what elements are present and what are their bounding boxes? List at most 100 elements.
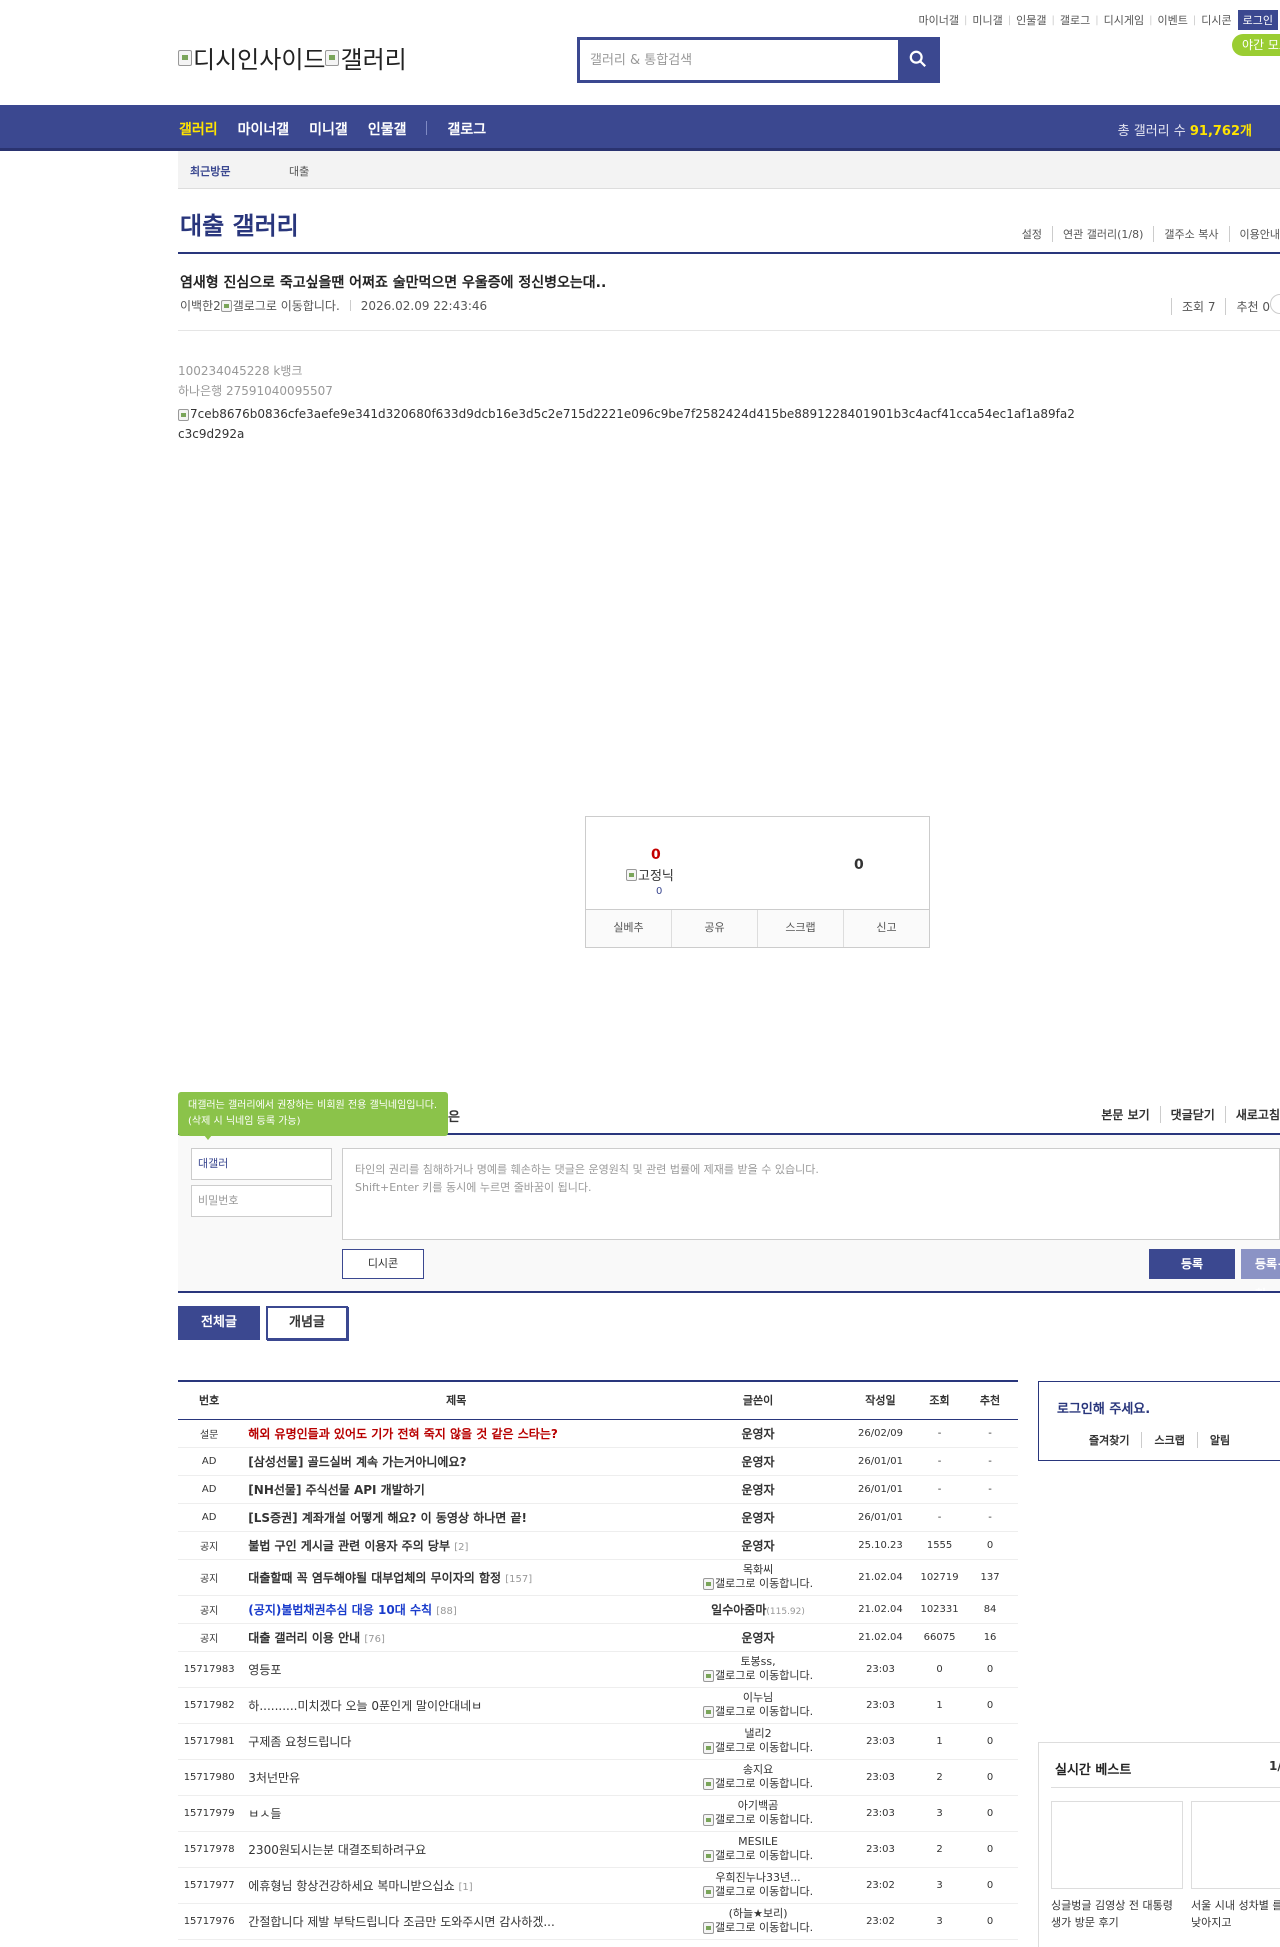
row-title-cell[interactable]: 대출 갤러리 이용 안내 [76]	[240, 1623, 673, 1652]
topnav-mini[interactable]: 미니갤	[972, 12, 1002, 28]
table-row[interactable]: 공지 대출할때 꼭 염두해야될 대부업체의 무이자의 함정 [157] 목화씨 갤로그…	[178, 1559, 1018, 1596]
gnb-gallery[interactable]: 갤러리	[179, 119, 218, 139]
reply-count[interactable]: [88]	[436, 1606, 457, 1617]
recommend-up-count[interactable]: 0	[651, 847, 661, 863]
writer-name[interactable]: 운영자	[741, 1427, 774, 1441]
row-title-cell[interactable]: 에휴형님 항상건강하세요 복마니받으십쇼 [1]	[240, 1867, 673, 1904]
close-comments-link[interactable]: 댓글닫기	[1159, 1106, 1215, 1123]
row-title[interactable]: 영등포	[248, 1663, 281, 1677]
writer-name[interactable]: 운영자	[741, 1511, 774, 1525]
dccon-button[interactable]: 디시콘	[342, 1249, 424, 1279]
row-title[interactable]: 대출할때 꼭 염두해야될 대부업체의 무이자의 함정	[248, 1571, 501, 1585]
table-row[interactable]: 15717978 2300원되시는분 대결조퇴하려구요 MESILE 갤로그로 이동합…	[178, 1831, 1018, 1868]
writer-name[interactable]: 운영자	[741, 1631, 774, 1645]
recommend-down-count[interactable]: 0	[854, 857, 864, 873]
gallog-link[interactable]: 갤로그로 이동합니다.	[672, 1885, 844, 1899]
topnav-person[interactable]: 인물갤	[1016, 12, 1046, 28]
row-title-cell[interactable]: 하..........미치겠다 오늘 0푼인게 말이안대네ㅂ	[240, 1687, 673, 1724]
table-row[interactable]: 공지 대출 갤러리 이용 안내 [76] 운영자 21.02.04 66075 16	[178, 1623, 1018, 1652]
search-input[interactable]	[580, 40, 898, 80]
best-thumbnail[interactable]	[1191, 1801, 1280, 1889]
reply-count[interactable]: [76]	[364, 1634, 385, 1645]
row-title[interactable]: (공지)불법채권추심 대응 10대 수칙	[248, 1603, 432, 1617]
topnav-minor[interactable]: 마이너갤	[919, 12, 959, 28]
row-title-cell[interactable]: 영등포	[240, 1651, 673, 1688]
search-icon[interactable]	[909, 50, 927, 68]
row-title-cell[interactable]: 불법 구인 게시글 관련 이용자 주의 당부 [2]	[240, 1531, 673, 1560]
gallog-link[interactable]: 갤로그로 이동합니다.	[672, 1669, 844, 1683]
row-title-cell[interactable]: 대출할때 꼭 염두해야될 대부업체의 무이자의 함정 [157]	[240, 1559, 673, 1596]
topnav-gallog[interactable]: 갤로그	[1060, 12, 1090, 28]
gallog-link[interactable]: 갤로그로 이동합니다.	[672, 1577, 844, 1591]
row-title[interactable]: [삼성선물] 골드실버 계속 가는거아니에요?	[248, 1455, 466, 1469]
table-row[interactable]: 설문 해외 유명인들과 있어도 기가 전혀 죽지 않을 것 같은 스타는? 운영자 2…	[178, 1419, 1018, 1448]
writer-name[interactable]: 운영자	[741, 1539, 774, 1553]
reply-count[interactable]: [157]	[505, 1574, 532, 1585]
writer-name[interactable]: 이누님	[672, 1691, 844, 1705]
table-row[interactable]: 15717981 구제좀 요청드립니다 낼리2 갤로그로 이동합니다. 23:03 1 0	[178, 1723, 1018, 1760]
login-button[interactable]: 로그인	[1237, 10, 1278, 30]
writer-name[interactable]: 운영자	[741, 1455, 774, 1469]
gallog-link[interactable]: 갤로그로 이동합니다.	[672, 1741, 844, 1755]
reply-count[interactable]: [1]	[458, 1882, 472, 1893]
table-row[interactable]: AD [LS증권] 계좌개설 어떻게 해요? 이 동영상 하나면 끝! 운영자 26/…	[178, 1503, 1018, 1532]
row-title[interactable]: 2300원되시는분 대결조퇴하려구요	[248, 1843, 426, 1857]
row-title[interactable]: ㅂㅅ들	[248, 1807, 281, 1821]
row-title-cell[interactable]: 3처넌만유	[240, 1759, 673, 1796]
row-title[interactable]: 에휴형님 항상건강하세요 복마니받으십쇼	[248, 1879, 454, 1893]
writer-name[interactable]: 송지요	[672, 1763, 844, 1777]
tab-all-posts[interactable]: 전체글	[178, 1306, 260, 1340]
favorites-link[interactable]: 즐겨찾기	[1089, 1432, 1143, 1448]
comment-submit-recommend-button[interactable]: 등록+추천	[1241, 1249, 1280, 1301]
gallog-link[interactable]: 갤로그로 이동합니다.	[672, 1777, 844, 1791]
table-row[interactable]: 공지 불법 구인 게시글 관련 이용자 주의 당부 [2] 운영자 25.10.23 1…	[178, 1531, 1018, 1560]
writer-name[interactable]: 아기백곰	[672, 1799, 844, 1813]
writer-name[interactable]: 토봉ss,	[672, 1655, 844, 1669]
view-body-link[interactable]: 본문 보기	[1091, 1106, 1149, 1123]
refresh-link[interactable]: 새로고침	[1224, 1106, 1280, 1123]
post-author[interactable]: 이백한2	[180, 297, 221, 314]
gnb-person[interactable]: 인물갤	[368, 119, 407, 139]
table-row[interactable]: 공지 (공지)불법채권추심 대응 10대 수칙 [88] 일수아줌마(115.92)…	[178, 1595, 1018, 1624]
row-title-cell[interactable]: 구제좀 요청드립니다	[240, 1723, 673, 1760]
row-title[interactable]: 구제좀 요청드립니다	[248, 1735, 351, 1749]
row-title-cell[interactable]: 간절합니다 제발 부탁드립니다 조금만 도와주시면 감사하겠...	[240, 1903, 673, 1940]
share-button[interactable]: 공유	[671, 910, 757, 947]
best-thumbnail[interactable]	[1051, 1801, 1183, 1889]
writer-name[interactable]: 낼리2	[672, 1727, 844, 1741]
comment-submit-button[interactable]: 등록	[1149, 1249, 1235, 1279]
row-title-cell[interactable]: 2300원되시는분 대결조퇴하려구요	[240, 1831, 673, 1868]
best-caption[interactable]: 서울 시내 성차별 를, 여성 낮아지고	[1191, 1897, 1280, 1931]
topnav-dccon[interactable]: 디시콘	[1201, 12, 1231, 28]
guide-link[interactable]: 이용안내	[1228, 226, 1280, 242]
password-input[interactable]: 비밀번호	[191, 1185, 332, 1217]
comment-textarea[interactable]: 타인의 권리를 침해하거나 명예를 훼손하는 댓글은 운영원칙 및 관련 법률에…	[342, 1148, 1280, 1240]
row-title-cell[interactable]: [삼성선물] 골드실버 계속 가는거아니에요?	[240, 1447, 673, 1476]
scrap-link[interactable]: 스크랩	[1154, 1432, 1198, 1448]
best-recommend-button[interactable]: 실베추	[586, 910, 671, 947]
row-title-cell[interactable]: ㅂㅅ들	[240, 1795, 673, 1832]
recent-visit-item[interactable]: 대출	[289, 163, 309, 179]
night-mode-button[interactable]: 야간 모드	[1232, 34, 1280, 56]
gnb-gallog[interactable]: 갤로그	[447, 119, 486, 139]
row-title[interactable]: 해외 유명인들과 있어도 기가 전혀 죽지 않을 것 같은 스타는?	[248, 1427, 558, 1441]
gallog-link[interactable]: 갤로그로 이동합니다.	[672, 1813, 844, 1827]
writer-name[interactable]: MESILE	[672, 1835, 844, 1849]
gallog-link[interactable]: 갤로그로 이동합니다.	[672, 1921, 844, 1935]
recent-visit-label[interactable]: 최근방문	[190, 163, 230, 179]
row-title-cell[interactable]: [LS증권] 계좌개설 어떻게 해요? 이 동영상 하나면 끝!	[240, 1503, 673, 1532]
nickname-input[interactable]: 대갤러	[191, 1148, 332, 1180]
row-title-cell[interactable]: 해외 유명인들과 있어도 기가 전혀 죽지 않을 것 같은 스타는?	[240, 1419, 673, 1448]
best-caption[interactable]: 싱글벙글 김영상 전 대통령 생가 방문 후기	[1051, 1897, 1183, 1931]
gallog-link[interactable]: 갤로그로 이동합니다.	[672, 1849, 844, 1863]
row-title[interactable]: 하..........미치겠다 오늘 0푼인게 말이안대네ㅂ	[248, 1699, 482, 1713]
row-title[interactable]: [LS증권] 계좌개설 어떻게 해요? 이 동영상 하나면 끝!	[248, 1511, 527, 1525]
settings-link[interactable]: 설정	[1012, 226, 1042, 242]
table-row[interactable]: AD [삼성선물] 골드실버 계속 가는거아니에요? 운영자 26/01/01- -	[178, 1447, 1018, 1476]
login-prompt[interactable]: 로그인해 주세요.	[1057, 1398, 1150, 1417]
table-row[interactable]: 15717976 간절합니다 제발 부탁드립니다 조금만 도와주시면 감사하겠..…	[178, 1903, 1018, 1940]
topnav-event[interactable]: 이벤트	[1158, 12, 1188, 28]
table-row[interactable]: 15717979 ㅂㅅ들 아기백곰 갤로그로 이동합니다. 23:03 3 0	[178, 1795, 1018, 1832]
reply-count[interactable]: [2]	[454, 1542, 468, 1553]
copy-address-link[interactable]: 갤주소 복사	[1153, 226, 1219, 242]
